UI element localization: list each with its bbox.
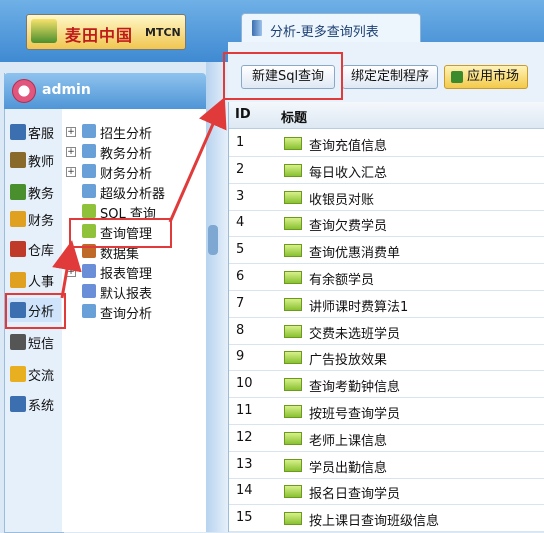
arrow-to-new-sql	[168, 97, 227, 223]
annotation-arrows	[52, 97, 227, 299]
arrow-to-query-management	[52, 240, 82, 299]
